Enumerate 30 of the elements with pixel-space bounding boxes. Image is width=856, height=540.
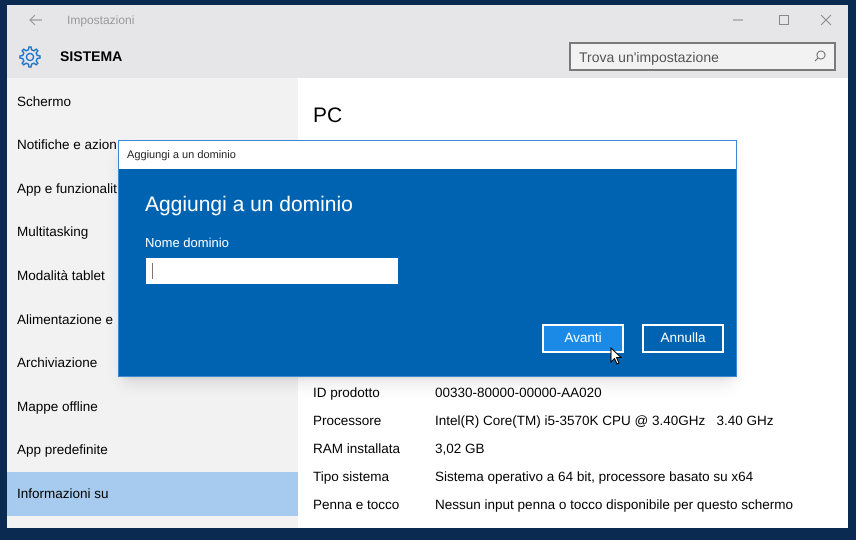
info-label: Penna e tocco <box>313 496 400 514</box>
sidebar-item[interactable]: Mappe offline <box>7 385 298 429</box>
close-icon[interactable] <box>820 14 832 26</box>
info-label: Tipo sistema <box>313 468 390 486</box>
search-field[interactable]: Trova un'impostazione <box>569 42 836 71</box>
sidebar-item[interactable]: Schermo <box>7 80 298 124</box>
dialog-heading: Aggiungi a un dominio <box>145 192 354 218</box>
info-value: Sistema operativo a 64 bit, processore basato su x64 <box>435 468 754 486</box>
settings-icon <box>17 44 41 68</box>
sidebar-item[interactable]: Informazioni su <box>7 472 298 516</box>
info-value: Nessun input penna o tocco disponibile per questo schermo <box>435 496 793 514</box>
maximize-icon[interactable] <box>778 14 790 26</box>
info-value: 3,02 GB <box>435 440 485 458</box>
field-label: Nome dominio <box>145 234 230 252</box>
next-button[interactable]: Avanti <box>542 324 624 353</box>
cancel-button[interactable]: Annulla <box>642 324 724 353</box>
info-value: 00330-80000-00000-AA020 <box>435 384 602 402</box>
dialog-title: Aggiungi a un dominio <box>127 148 236 163</box>
search-icon <box>814 50 826 62</box>
input-field[interactable] <box>146 258 398 284</box>
window-title: Impostazioni <box>67 12 134 29</box>
back-icon[interactable] <box>29 14 43 26</box>
info-label: Processore <box>313 412 382 430</box>
section-title: SISTEMA <box>60 47 122 66</box>
info-value: Intel(R) Core(TM) i5-3570K CPU @ 3.40GHz 3.40 GHz <box>435 412 774 430</box>
sidebar-item[interactable]: App predefinite <box>7 428 298 472</box>
cursor-icon <box>610 347 622 365</box>
info-label: ID prodotto <box>313 384 381 402</box>
page-heading: PC <box>313 103 344 129</box>
info-label: RAM installata <box>313 440 402 458</box>
